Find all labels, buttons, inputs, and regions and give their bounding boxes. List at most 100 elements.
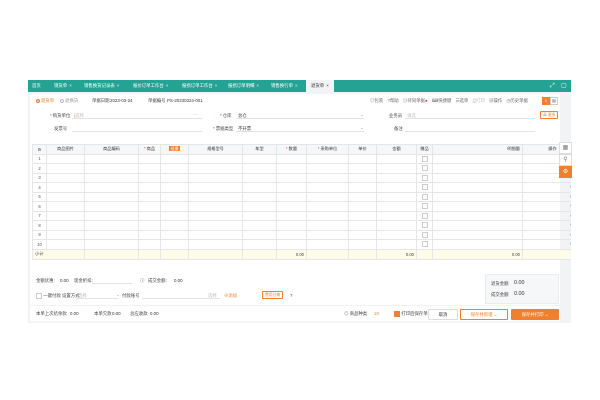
table-cell[interactable] (276, 153, 307, 164)
table-cell[interactable] (306, 172, 349, 183)
table-row[interactable]: 9⊕⧉ (32, 229, 571, 240)
gift-checkbox[interactable] (416, 229, 433, 240)
gift-checkbox[interactable] (416, 153, 433, 164)
table-cell[interactable] (84, 201, 139, 212)
table-cell[interactable] (276, 182, 307, 193)
table-cell[interactable] (46, 172, 85, 183)
table-cell[interactable] (84, 220, 139, 231)
table-cell[interactable] (376, 163, 417, 174)
table-cell[interactable] (276, 229, 307, 240)
table-cell[interactable] (84, 210, 139, 221)
table-cell[interactable] (348, 153, 377, 164)
table-cell[interactable] (188, 163, 243, 174)
table-cell[interactable] (46, 163, 85, 174)
table-cell[interactable] (348, 163, 377, 174)
table-cell[interactable] (306, 201, 349, 212)
discount-value[interactable]: 0.00 (60, 278, 69, 283)
table-cell[interactable] (138, 210, 161, 221)
table-cell[interactable] (348, 201, 377, 212)
gift-checkbox[interactable] (416, 191, 433, 202)
side-settings-icon[interactable]: ⚙ (559, 166, 572, 178)
tab-exchange-record[interactable]: 销售换货记录表 × (84, 80, 119, 92)
table-cell[interactable] (348, 239, 377, 250)
tab-quote-workbench[interactable]: 报价订单工作台 × (133, 80, 168, 92)
add-row-icon[interactable]: ⊕ (570, 194, 571, 199)
table-row[interactable]: 7⊕⧉ (32, 210, 571, 221)
layout-toggle-b[interactable]: ▤ (550, 97, 558, 105)
one-click-pay[interactable]: 一键付款 设置方式 (36, 293, 80, 299)
invoice-type-chevron-icon[interactable]: ⌄ (360, 125, 364, 131)
tab-home[interactable]: 首页 (32, 80, 41, 92)
cost-share-button[interactable]: 费用分摊 (262, 291, 284, 299)
gift-checkbox[interactable] (416, 182, 433, 193)
table-row[interactable]: 4⊕⧉ (32, 182, 571, 193)
pending-docs-tool[interactable]: ▤待同单据● (403, 98, 428, 103)
table-cell[interactable] (276, 163, 307, 174)
table-cell[interactable] (84, 172, 139, 183)
table-cell[interactable] (188, 239, 243, 250)
table-cell[interactable] (188, 182, 243, 193)
table-cell[interactable] (160, 239, 189, 250)
table-cell[interactable] (46, 239, 85, 250)
table-cell[interactable] (242, 220, 277, 231)
table-cell[interactable] (160, 182, 189, 193)
table-cell[interactable] (242, 182, 277, 193)
table-cell[interactable] (376, 172, 417, 183)
table-cell[interactable] (242, 163, 277, 174)
table-cell[interactable] (306, 163, 349, 174)
save-and-print-button[interactable]: 保存并打印 ⌄ (511, 309, 559, 320)
table-cell[interactable] (276, 239, 307, 250)
table-cell[interactable] (348, 191, 377, 202)
table-cell[interactable] (376, 210, 417, 221)
table-row[interactable]: 6⊕⧉ (32, 201, 571, 212)
add-row-icon[interactable]: ⊕ (570, 184, 571, 189)
table-cell[interactable] (160, 220, 189, 231)
table-cell[interactable] (188, 172, 243, 183)
advanced-button[interactable]: 高 更多 (540, 111, 559, 119)
table-row[interactable]: 2⊕⧉ (32, 163, 571, 174)
gift-checkbox[interactable] (416, 172, 433, 183)
table-cell[interactable] (188, 201, 243, 212)
table-cell[interactable] (376, 182, 417, 193)
table-cell[interactable] (160, 172, 189, 183)
fullscreen-icon[interactable]: ⤢ (550, 82, 555, 90)
table-cell[interactable] (160, 210, 189, 221)
table-cell[interactable] (306, 191, 349, 202)
table-cell[interactable] (138, 163, 161, 174)
gift-checkbox[interactable] (416, 220, 433, 231)
add-row-icon[interactable]: ⊕ (570, 232, 571, 237)
table-cell[interactable] (242, 229, 277, 240)
table-cell[interactable] (138, 172, 161, 183)
table-cell[interactable] (160, 229, 189, 240)
table-cell[interactable] (242, 239, 277, 250)
table-cell[interactable] (242, 210, 277, 221)
add-row-icon[interactable]: ⊕ (570, 203, 571, 208)
table-cell[interactable] (138, 239, 161, 250)
table-cell[interactable] (306, 182, 349, 193)
save-and-new-button[interactable]: 保存并新增 ⌄ (460, 309, 508, 320)
layout-toggle-a[interactable]: ≡ (542, 97, 550, 105)
table-row[interactable]: 5⊕⧉ (32, 191, 571, 202)
table-cell[interactable] (84, 163, 139, 174)
doc-date-value[interactable]: 2023-03-24 (110, 98, 132, 103)
table-cell[interactable] (84, 182, 139, 193)
table-cell[interactable] (46, 201, 85, 212)
table-cell[interactable] (348, 229, 377, 240)
table-cell[interactable] (306, 210, 349, 221)
add-row-icon[interactable]: ⊕ (570, 213, 571, 218)
table-cell[interactable] (138, 153, 161, 164)
table-cell[interactable] (348, 210, 377, 221)
package-tool[interactable]: ◎包装 (370, 98, 383, 103)
gift-checkbox[interactable] (416, 210, 433, 221)
table-cell[interactable] (376, 191, 417, 202)
doc-type-return[interactable]: 退货单 (36, 98, 54, 104)
table-row[interactable]: 8⊕⧉ (32, 220, 571, 231)
table-cell[interactable] (84, 239, 139, 250)
tab-loss-detail[interactable]: 报损订单明细 × (228, 80, 259, 92)
table-cell[interactable] (46, 210, 85, 221)
table-cell[interactable] (306, 220, 349, 231)
table-cell[interactable] (376, 220, 417, 231)
table-cell[interactable] (84, 229, 139, 240)
add-account-link[interactable]: ⊕添加 (224, 293, 237, 299)
table-cell[interactable] (138, 201, 161, 212)
